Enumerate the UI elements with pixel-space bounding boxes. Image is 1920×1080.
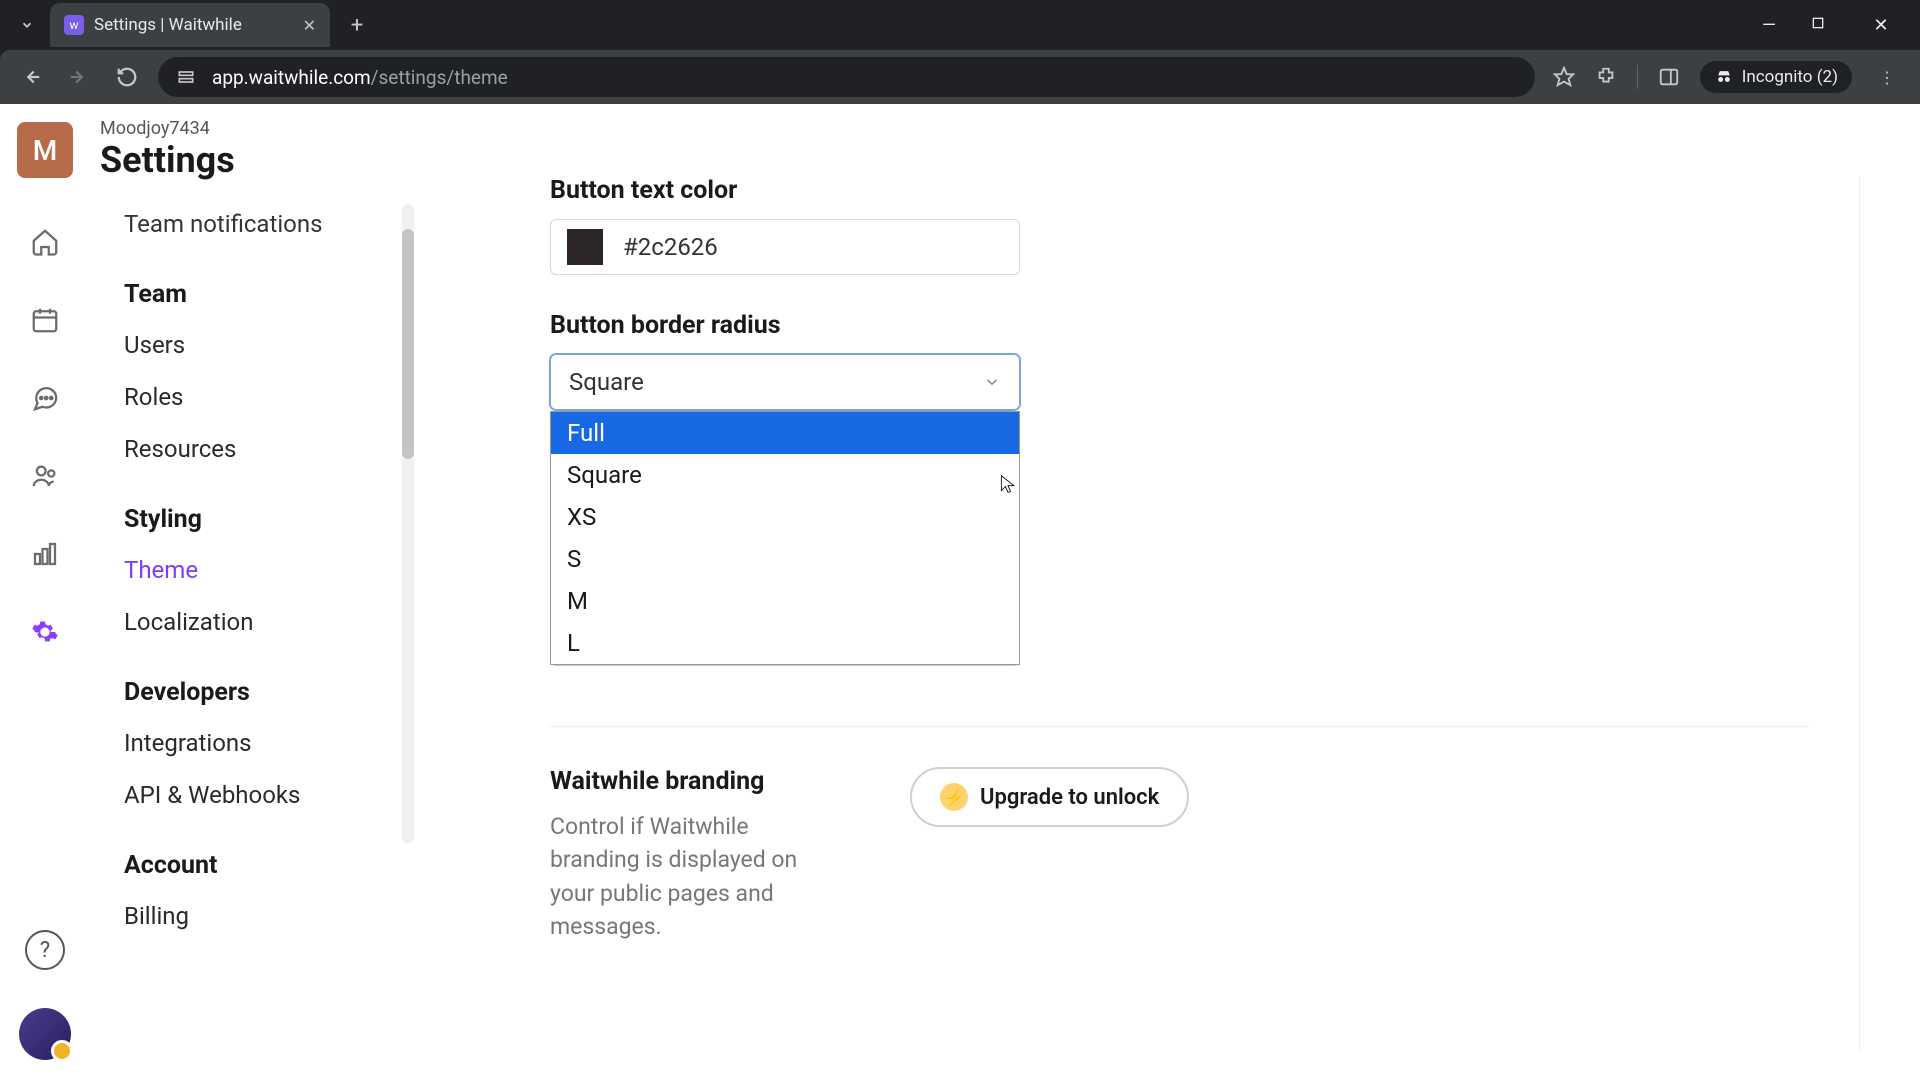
option-xs[interactable]: XS bbox=[551, 496, 1019, 538]
option-m[interactable]: M bbox=[551, 580, 1019, 622]
org-avatar[interactable]: M bbox=[17, 122, 73, 178]
nav-rail: M ? bbox=[0, 104, 90, 1080]
sidebar-item-users[interactable]: Users bbox=[124, 319, 400, 371]
sidebar-item-integrations[interactable]: Integrations bbox=[124, 717, 400, 769]
branding-description: Control if Waitwhile branding is display… bbox=[550, 810, 840, 943]
color-swatch[interactable] bbox=[567, 229, 603, 265]
border-radius-label: Button border radius bbox=[550, 311, 1809, 340]
branding-title: Waitwhile branding bbox=[550, 767, 840, 796]
nav-forward-button[interactable] bbox=[62, 60, 96, 94]
tab-search-dropdown[interactable] bbox=[10, 8, 44, 42]
chevron-down-icon bbox=[983, 373, 1001, 391]
button-text-color-label: Button text color bbox=[550, 176, 1809, 205]
border-radius-select[interactable]: Square Full Square XS S M L bbox=[550, 354, 1020, 410]
sidebar-item-team-notifications[interactable]: Team notifications bbox=[124, 204, 400, 250]
sidepanel-icon[interactable] bbox=[1658, 66, 1680, 88]
border-radius-value: Square bbox=[569, 368, 644, 396]
sidebar-item-billing[interactable]: Billing bbox=[124, 890, 400, 942]
site-info-icon[interactable] bbox=[174, 65, 198, 89]
nav-analytics-icon[interactable] bbox=[19, 528, 71, 580]
window-maximize-button[interactable] bbox=[1810, 15, 1840, 36]
sidebar-heading-account: Account bbox=[124, 851, 400, 880]
nav-chat-icon[interactable] bbox=[19, 372, 71, 424]
bolt-icon: ⚡ bbox=[940, 783, 968, 811]
button-text-color-input[interactable]: #2c2626 bbox=[550, 219, 1020, 275]
extensions-icon[interactable] bbox=[1595, 66, 1617, 88]
sidebar-item-api-webhooks[interactable]: API & Webhooks bbox=[124, 769, 400, 821]
nav-home-icon[interactable] bbox=[19, 216, 71, 268]
sidebar-scrollbar-thumb[interactable] bbox=[402, 229, 414, 459]
nav-team-icon[interactable] bbox=[19, 450, 71, 502]
nav-back-button[interactable] bbox=[14, 60, 48, 94]
sidebar-item-theme[interactable]: Theme bbox=[124, 544, 400, 596]
profile-avatar[interactable] bbox=[19, 1008, 71, 1060]
border-radius-dropdown: Full Square XS S M L bbox=[550, 411, 1020, 665]
bookmark-icon[interactable] bbox=[1553, 66, 1575, 88]
tab-bar: w Settings | Waitwhile ✕ + — ✕ bbox=[0, 0, 1920, 50]
option-full[interactable]: Full bbox=[551, 412, 1019, 454]
color-value-text: #2c2626 bbox=[623, 233, 718, 261]
tab-title: Settings | Waitwhile bbox=[94, 15, 293, 35]
option-l[interactable]: L bbox=[551, 622, 1019, 664]
upgrade-label: Upgrade to unlock bbox=[980, 785, 1159, 810]
nav-reload-button[interactable] bbox=[110, 60, 144, 94]
sidebar-item-localization[interactable]: Localization bbox=[124, 596, 400, 648]
url-field[interactable]: app.waitwhile.com/settings/theme bbox=[158, 57, 1535, 97]
new-tab-button[interactable]: + bbox=[340, 8, 374, 42]
sidebar-heading-team: Team bbox=[124, 280, 400, 309]
option-square[interactable]: Square bbox=[551, 454, 1019, 496]
sidebar-item-resources[interactable]: Resources bbox=[124, 423, 400, 475]
window-controls: — ✕ bbox=[1754, 15, 1920, 36]
nav-settings-icon[interactable] bbox=[19, 606, 71, 658]
sidebar-heading-styling: Styling bbox=[124, 505, 400, 534]
favicon-icon: w bbox=[64, 15, 84, 35]
tab-close-button[interactable]: ✕ bbox=[303, 16, 316, 35]
nav-calendar-icon[interactable] bbox=[19, 294, 71, 346]
window-minimize-button[interactable]: — bbox=[1754, 15, 1784, 36]
settings-sidebar: Team notifications Team Users Roles Reso… bbox=[104, 204, 420, 1080]
url-text: app.waitwhile.com/settings/theme bbox=[212, 66, 508, 89]
browser-tab[interactable]: w Settings | Waitwhile ✕ bbox=[50, 3, 330, 47]
upgrade-button[interactable]: ⚡ Upgrade to unlock bbox=[910, 767, 1189, 827]
sidebar-item-roles[interactable]: Roles bbox=[124, 371, 400, 423]
help-button[interactable]: ? bbox=[25, 930, 65, 970]
sidebar-heading-developers: Developers bbox=[124, 678, 400, 707]
browser-menu-button[interactable]: ⋮ bbox=[1872, 68, 1902, 87]
incognito-chip[interactable]: Incognito (2) bbox=[1700, 61, 1852, 93]
option-s[interactable]: S bbox=[551, 538, 1019, 580]
address-bar: app.waitwhile.com/settings/theme Incogni… bbox=[0, 50, 1920, 104]
window-close-button[interactable]: ✕ bbox=[1866, 15, 1896, 36]
